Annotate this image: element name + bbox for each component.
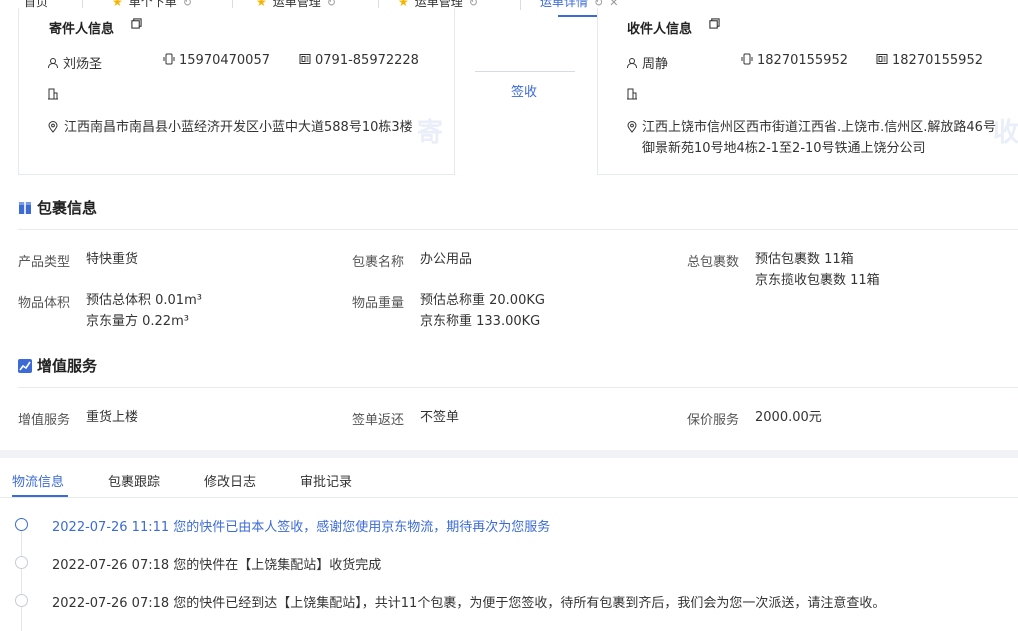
sign-status-label: 签收 [511, 85, 538, 100]
volume-label: 物品体积 [18, 296, 71, 311]
chart-icon [18, 359, 32, 373]
sender-title: 寄件人信息 [49, 22, 115, 37]
value-added-title-text: 增值服务 [37, 357, 98, 375]
receiver-company-row [626, 88, 642, 103]
weight-measured: 京东称重 133.00KG [420, 314, 541, 329]
tab-logistics-info[interactable]: 物流信息 [12, 471, 64, 490]
service-label: 增值服务 [18, 413, 71, 428]
package-title-text: 包裹信息 [37, 199, 98, 217]
timeline-item: 2022-07-26 07:18 您的快件在【上饶集配站】收货完成 [52, 558, 382, 573]
sender-name: 刘炀圣 [63, 57, 103, 72]
value-added-section-title: 增值服务 [18, 355, 97, 376]
user-icon [627, 58, 637, 69]
section-separator [0, 450, 1018, 458]
location-icon [48, 121, 58, 133]
package-count-label: 总包裹数 [687, 255, 740, 270]
tab-bar-divider [0, 497, 1018, 498]
product-type-label: 产品类型 [18, 255, 71, 270]
sender-mobile: 15970470057 [179, 53, 270, 68]
telephone-icon [299, 54, 311, 64]
package-name-label: 包裹名称 [352, 255, 405, 270]
building-icon [627, 88, 637, 100]
timeline-line [21, 530, 22, 631]
receiver-card: 收 收件人信息 周静 18270155952 18270155952 江西上饶市… [597, 8, 1018, 175]
sender-card: 寄 寄件人信息 刘炀圣 15970470057 0791-85972228 江西… [18, 8, 455, 175]
tab-divider [520, 0, 521, 10]
timeline-dot [15, 556, 28, 569]
refresh-icon[interactable]: ↻ [469, 0, 478, 9]
mobile-icon [163, 53, 175, 65]
timeline-item: 2022-07-26 11:11 您的快件已由本人签收，感谢您使用京东物流，期待… [52, 520, 551, 535]
building-icon [48, 88, 58, 100]
receiver-mobile: 18270155952 [757, 53, 848, 68]
copy-icon[interactable] [709, 18, 720, 29]
sender-address: 江西南昌市南昌县小蓝经济开发区小蓝中大道588号10栋3楼 [64, 120, 413, 135]
service-value: 重货上楼 [86, 410, 139, 425]
weight-estimated: 预估总称重 20.00KG [420, 293, 545, 308]
receiver-mobile-row: 18270155952 [741, 53, 848, 68]
receiver-name: 周静 [642, 57, 669, 72]
receiver-title: 收件人信息 [627, 22, 693, 37]
package-section-title: 包裹信息 [18, 197, 97, 218]
receiver-phone: 18270155952 [892, 53, 983, 68]
product-type-value: 特快重货 [86, 252, 139, 267]
sender-phone-row: 0791-85972228 [299, 53, 419, 68]
volume-estimated: 预估总体积 0.01m³ [86, 293, 202, 308]
sender-phone: 0791-85972228 [315, 53, 419, 68]
section-divider [18, 387, 1018, 388]
copy-icon[interactable] [131, 18, 142, 29]
volume-measured: 京东量方 0.22m³ [86, 314, 189, 329]
sender-company-row [47, 88, 63, 103]
insurance-value: 2000.00元 [755, 410, 822, 425]
timeline-item: 2022-07-26 07:18 您的快件已经到达【上饶集配站】，共计11个包裹… [52, 596, 886, 611]
insurance-label: 保价服务 [687, 413, 740, 428]
package-count-estimated: 预估包裹数 11箱 [755, 252, 854, 267]
sender-mobile-row: 15970470057 [163, 53, 270, 68]
package-count-collected: 京东揽收包裹数 11箱 [755, 273, 880, 288]
mobile-icon [741, 53, 753, 65]
section-divider [18, 229, 1018, 230]
user-icon [48, 58, 58, 69]
tab-approval-records[interactable]: 审批记录 [300, 471, 352, 490]
tab-package-tracking[interactable]: 包裹跟踪 [108, 471, 160, 490]
weight-label: 物品重量 [352, 296, 405, 311]
receiver-name-row: 周静 [626, 53, 668, 72]
receiver-address: 江西上饶市信州区西市街道江西省.上饶市.信州区.解放路46号御景新苑10号地4栋… [642, 120, 996, 156]
sender-name-row: 刘炀圣 [47, 53, 102, 72]
sign-return-value: 不签单 [420, 410, 460, 425]
receiver-phone-row: 18270155952 [876, 53, 983, 68]
telephone-icon [876, 54, 888, 64]
location-icon [627, 121, 637, 133]
timeline-dot [15, 594, 28, 607]
package-name-value: 办公用品 [420, 252, 473, 267]
route-line [475, 71, 575, 72]
tab-label: 运单详情 [540, 0, 589, 9]
sign-return-label: 签单返还 [352, 413, 405, 428]
package-icon [19, 202, 31, 214]
tab-change-log[interactable]: 修改日志 [204, 471, 256, 490]
timeline-dot-current [15, 518, 28, 531]
